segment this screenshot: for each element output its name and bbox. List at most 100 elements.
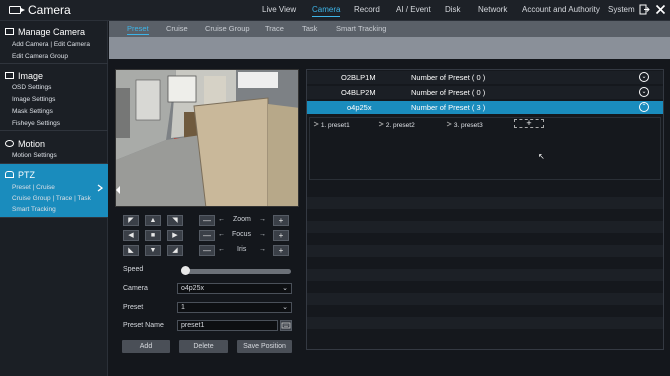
add-preset-button[interactable]: +: [514, 119, 544, 128]
nav-system[interactable]: System: [608, 5, 635, 14]
chevron-down-icon[interactable]: ⌄: [639, 87, 649, 97]
sidebar-item-add-camera[interactable]: Add Camera: [12, 41, 49, 48]
sidebar-item-edit-camera-group[interactable]: Edit Camera Group: [12, 53, 68, 60]
focus-minus-button[interactable]: —: [199, 230, 215, 241]
ptz-right-button[interactable]: ▶: [167, 230, 183, 241]
preset-item[interactable]: 2. preset2: [378, 121, 415, 129]
arrow-left-icon: ←: [218, 246, 225, 253]
sidebar: Manage Camera Add Camera | Edit Camera E…: [0, 21, 108, 376]
add-button[interactable]: Add: [122, 340, 170, 353]
close-icon[interactable]: [655, 4, 666, 15]
nav-network[interactable]: Network: [478, 5, 507, 14]
camera-row-o2blp1m[interactable]: O2BLP1M Number of Preset ( 0 ) ⌄: [307, 71, 663, 84]
tab-content-header: [109, 37, 670, 59]
list-row: [307, 317, 663, 329]
separator: |: [74, 195, 76, 202]
sidebar-item-task[interactable]: Task: [77, 195, 90, 202]
live-video-preview[interactable]: [115, 69, 299, 207]
arrow-left-icon: ←: [218, 216, 225, 223]
nav-camera[interactable]: Camera: [312, 5, 341, 17]
ptz-up-left-button[interactable]: ◤: [123, 215, 139, 226]
list-row: [307, 305, 663, 317]
preset-item-label: 2. preset2: [385, 122, 415, 129]
sidebar-item-edit-camera[interactable]: Edit Camera: [54, 41, 90, 48]
delete-button[interactable]: Delete: [179, 340, 228, 353]
preset-item-label: 1. preset1: [320, 122, 350, 129]
ptz-up-button[interactable]: ▲: [145, 215, 161, 226]
speed-slider-knob[interactable]: [181, 266, 190, 275]
tab-task[interactable]: Task: [302, 24, 317, 33]
nav-record[interactable]: Record: [354, 5, 380, 14]
sidebar-subrow-manage: Add Camera | Edit Camera: [12, 41, 90, 48]
zoom-out-button[interactable]: —: [199, 215, 215, 226]
preset-select-value: 1: [181, 304, 185, 311]
camera-row-name: o4p25x: [347, 103, 372, 112]
focus-label: Focus: [232, 231, 252, 238]
chevron-up-icon[interactable]: ⌃: [639, 102, 649, 112]
sidebar-item-trace[interactable]: Trace: [56, 195, 72, 202]
sidebar-item-mask-settings[interactable]: Mask Settings: [12, 108, 53, 115]
camera-icon: [5, 28, 14, 35]
ptz-down-button[interactable]: ▼: [145, 245, 161, 256]
iris-label: Iris: [237, 246, 247, 253]
ptz-icon: [5, 171, 14, 178]
sidebar-item-fisheye-settings[interactable]: Fisheye Settings: [12, 120, 60, 127]
sidebar-item-image-settings[interactable]: Image Settings: [12, 96, 55, 103]
camera-select[interactable]: o4p25x ⌄: [177, 283, 292, 294]
sidebar-motion[interactable]: Motion: [5, 139, 45, 149]
ptz-stop-button[interactable]: ■: [145, 230, 161, 241]
ptz-up-right-button[interactable]: ◥: [167, 215, 183, 226]
camera-row-preset-count: Number of Preset ( 3 ): [411, 103, 486, 112]
sidebar-item-osd-settings[interactable]: OSD Settings: [12, 84, 51, 91]
sidebar-item-smart-tracking[interactable]: Smart Tracking: [12, 206, 56, 213]
preset-name-input[interactable]: preset1: [177, 320, 278, 331]
preset-select[interactable]: 1 ⌄: [177, 302, 292, 313]
camera-row-preset-count: Number of Preset ( 0 ): [411, 88, 486, 97]
arrow-right-icon: →: [259, 216, 266, 223]
tab-trace[interactable]: Trace: [265, 24, 284, 33]
arrow-right-icon: →: [259, 231, 266, 238]
preset-item[interactable]: 1. preset1: [313, 121, 350, 129]
nav-account-authority[interactable]: Account and Authority: [522, 5, 600, 14]
sidebar-ptz-label: PTZ: [18, 170, 35, 180]
sidebar-subrow-ptz-2: Cruise Group | Trace | Task: [12, 195, 91, 202]
ptz-down-left-button[interactable]: ◣: [123, 245, 139, 256]
chevron-down-icon[interactable]: ⌄: [639, 72, 649, 82]
nav-ai-event[interactable]: AI / Event: [396, 5, 431, 14]
iris-minus-button[interactable]: —: [199, 245, 215, 256]
camera-row-o4p25x[interactable]: o4p25x Number of Preset ( 3 ) ⌃: [307, 101, 663, 114]
ptz-left-button[interactable]: ◀: [123, 230, 139, 241]
iris-plus-button[interactable]: +: [273, 245, 289, 256]
ptz-down-right-button[interactable]: ◢: [167, 245, 183, 256]
focus-plus-button[interactable]: +: [273, 230, 289, 241]
camera-row-o4blp2m[interactable]: O4BLP2M Number of Preset ( 0 ) ⌄: [307, 86, 663, 99]
keyboard-icon[interactable]: [280, 320, 292, 331]
list-row: [307, 293, 663, 305]
list-row: [307, 197, 663, 209]
camera-logo-icon: [9, 6, 25, 14]
tab-cruise-group[interactable]: Cruise Group: [205, 24, 250, 33]
sidebar-item-cruise[interactable]: Cruise: [36, 184, 55, 191]
zoom-in-button[interactable]: +: [273, 215, 289, 226]
nav-live-view[interactable]: Live View: [262, 5, 296, 14]
nav-disk[interactable]: Disk: [445, 5, 461, 14]
sidebar-image[interactable]: Image: [5, 71, 43, 81]
sidebar-motion-label: Motion: [18, 139, 46, 149]
exit-icon[interactable]: [639, 4, 650, 15]
tab-cruise[interactable]: Cruise: [166, 24, 188, 33]
preset-marker-icon: [313, 121, 319, 127]
tab-smart-tracking[interactable]: Smart Tracking: [336, 24, 386, 33]
sidebar-item-motion-settings[interactable]: Motion Settings: [12, 152, 57, 159]
sidebar-ptz[interactable]: PTZ: [5, 170, 35, 180]
sidebar-item-preset[interactable]: Preset: [12, 184, 31, 191]
sidebar-section-ptz[interactable]: PTZ Preset | Cruise Cruise Group | Trace…: [0, 164, 108, 218]
camera-select-value: o4p25x: [181, 285, 204, 292]
sidebar-item-cruise-group[interactable]: Cruise Group: [12, 195, 51, 202]
sidebar-manage-camera[interactable]: Manage Camera: [5, 27, 85, 37]
chevron-down-icon: ⌄: [282, 285, 288, 292]
save-position-button[interactable]: Save Position: [237, 340, 292, 353]
tab-preset[interactable]: Preset: [127, 24, 149, 35]
speed-slider[interactable]: [181, 266, 291, 275]
image-icon: [5, 72, 14, 79]
preset-item[interactable]: 3. preset3: [446, 121, 483, 129]
